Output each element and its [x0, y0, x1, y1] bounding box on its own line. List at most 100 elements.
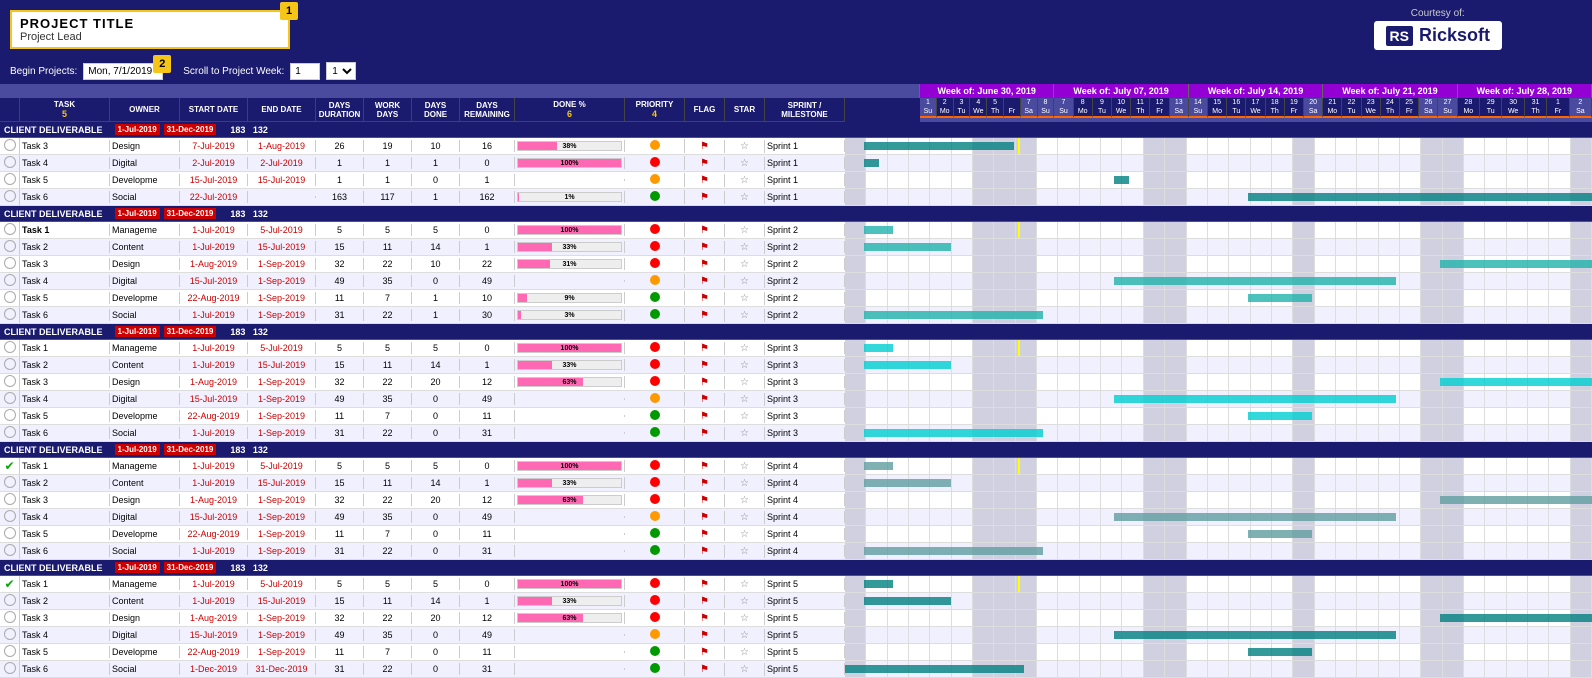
task-star[interactable]: ☆: [725, 140, 765, 153]
task-days-duration: 31: [316, 309, 364, 321]
task-star[interactable]: ☆: [725, 663, 765, 676]
task-flag[interactable]: ⚑: [685, 410, 725, 423]
task-check[interactable]: [0, 256, 20, 272]
task-flag[interactable]: ⚑: [685, 292, 725, 305]
task-star[interactable]: ☆: [725, 629, 765, 642]
task-star[interactable]: ☆: [725, 393, 765, 406]
task-star[interactable]: ☆: [725, 292, 765, 305]
task-star[interactable]: ☆: [725, 376, 765, 389]
task-check[interactable]: [0, 391, 20, 407]
task-check[interactable]: [0, 189, 20, 205]
task-star[interactable]: ☆: [725, 612, 765, 625]
task-flag[interactable]: ⚑: [685, 612, 725, 625]
task-check[interactable]: [0, 610, 20, 626]
task-flag[interactable]: ⚑: [685, 309, 725, 322]
task-check[interactable]: [0, 340, 20, 356]
task-star[interactable]: ☆: [725, 224, 765, 237]
task-done-percent: [515, 280, 625, 282]
task-check[interactable]: [0, 290, 20, 306]
rs-badge: RS: [1386, 26, 1413, 46]
task-star[interactable]: ☆: [725, 275, 765, 288]
task-check[interactable]: [0, 138, 20, 154]
task-check[interactable]: [0, 357, 20, 373]
task-flag[interactable]: ⚑: [685, 241, 725, 254]
task-flag[interactable]: ⚑: [685, 157, 725, 170]
task-check[interactable]: [0, 526, 20, 542]
task-star[interactable]: ☆: [725, 595, 765, 608]
gantt-day-cell: [1187, 138, 1208, 154]
task-star[interactable]: ☆: [725, 460, 765, 473]
task-flag[interactable]: ⚑: [685, 578, 725, 591]
task-check[interactable]: [0, 408, 20, 424]
task-flag[interactable]: ⚑: [685, 595, 725, 608]
task-star[interactable]: ☆: [725, 157, 765, 170]
task-star[interactable]: ☆: [725, 646, 765, 659]
task-check[interactable]: [0, 661, 20, 677]
task-check[interactable]: [0, 307, 20, 323]
task-flag[interactable]: ⚑: [685, 427, 725, 440]
task-check[interactable]: [0, 374, 20, 390]
task-flag[interactable]: ⚑: [685, 477, 725, 490]
scroll-week-select[interactable]: 123: [326, 62, 356, 80]
task-check[interactable]: [0, 509, 20, 525]
task-star[interactable]: ☆: [725, 258, 765, 271]
task-flag[interactable]: ⚑: [685, 376, 725, 389]
task-flag[interactable]: ⚑: [685, 191, 725, 204]
task-star[interactable]: ☆: [725, 427, 765, 440]
gantt-day-cell: [1443, 458, 1464, 474]
task-days-duration: 26: [316, 140, 364, 152]
gantt-bar: [1114, 631, 1396, 639]
gantt-day-cell: [1058, 543, 1079, 559]
star-icon: ☆: [740, 192, 749, 203]
task-check[interactable]: [0, 273, 20, 289]
task-flag[interactable]: ⚑: [685, 460, 725, 473]
priority-indicator: [650, 224, 660, 234]
task-star[interactable]: ☆: [725, 309, 765, 322]
task-check[interactable]: [0, 644, 20, 660]
task-check[interactable]: [0, 172, 20, 188]
task-star[interactable]: ☆: [725, 174, 765, 187]
task-check[interactable]: ✔: [0, 576, 20, 592]
task-flag[interactable]: ⚑: [685, 258, 725, 271]
task-star[interactable]: ☆: [725, 578, 765, 591]
task-flag[interactable]: ⚑: [685, 275, 725, 288]
task-check[interactable]: ✔: [0, 458, 20, 474]
task-flag[interactable]: ⚑: [685, 342, 725, 355]
task-check[interactable]: [0, 155, 20, 171]
task-flag[interactable]: ⚑: [685, 359, 725, 372]
task-star[interactable]: ☆: [725, 511, 765, 524]
task-flag[interactable]: ⚑: [685, 140, 725, 153]
task-star[interactable]: ☆: [725, 342, 765, 355]
task-flag[interactable]: ⚑: [685, 393, 725, 406]
task-check[interactable]: [0, 543, 20, 559]
task-check[interactable]: [0, 627, 20, 643]
task-star[interactable]: ☆: [725, 410, 765, 423]
task-check[interactable]: [0, 222, 20, 238]
scroll-week-input[interactable]: [290, 63, 320, 80]
task-star[interactable]: ☆: [725, 494, 765, 507]
task-flag[interactable]: ⚑: [685, 494, 725, 507]
task-flag[interactable]: ⚑: [685, 224, 725, 237]
task-check[interactable]: [0, 492, 20, 508]
task-star[interactable]: ☆: [725, 477, 765, 490]
task-star[interactable]: ☆: [725, 191, 765, 204]
task-star[interactable]: ☆: [725, 545, 765, 558]
task-flag[interactable]: ⚑: [685, 174, 725, 187]
task-star[interactable]: ☆: [725, 528, 765, 541]
task-flag[interactable]: ⚑: [685, 629, 725, 642]
gantt-day-cell: [952, 222, 973, 238]
task-flag[interactable]: ⚑: [685, 528, 725, 541]
task-flag[interactable]: ⚑: [685, 511, 725, 524]
task-flag[interactable]: ⚑: [685, 545, 725, 558]
task-flag[interactable]: ⚑: [685, 663, 725, 676]
task-star[interactable]: ☆: [725, 241, 765, 254]
gantt-day-cell: [909, 509, 930, 525]
task-check[interactable]: [0, 475, 20, 491]
begin-date-input[interactable]: [83, 63, 163, 80]
gantt-day-cell: [1549, 593, 1570, 609]
task-check[interactable]: [0, 425, 20, 441]
task-star[interactable]: ☆: [725, 359, 765, 372]
task-check[interactable]: [0, 593, 20, 609]
task-flag[interactable]: ⚑: [685, 646, 725, 659]
task-check[interactable]: [0, 239, 20, 255]
